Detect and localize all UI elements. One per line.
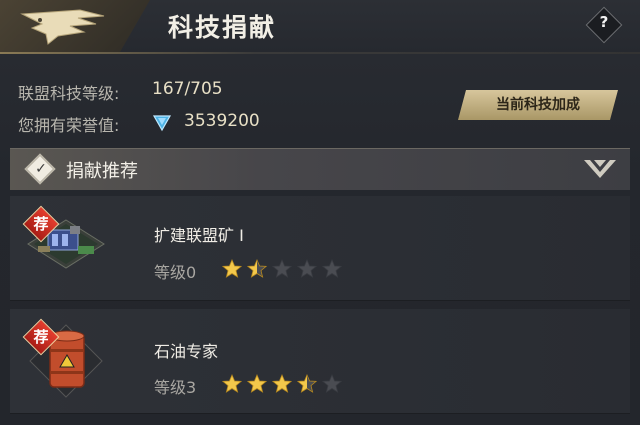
star-icon — [322, 374, 342, 393]
star-icon — [247, 374, 267, 393]
star-icon — [272, 259, 292, 278]
star-icon — [272, 374, 292, 393]
star-icon — [297, 259, 317, 278]
star-icon — [222, 259, 242, 278]
tech-donation-panel: 科技捐献 ? 联盟科技等级: 167/705 您拥有荣誉值: 3539200 当… — [0, 0, 640, 425]
check-icon: ✓ — [35, 161, 47, 177]
honor-label: 您拥有荣誉值: — [18, 116, 120, 135]
tech-level-value: 167/705 — [152, 79, 223, 99]
section-title: 捐献推荐 — [66, 161, 138, 182]
tech-level-label: 联盟科技等级: — [18, 84, 120, 103]
header-divider — [0, 52, 640, 54]
help-icon: ? — [599, 13, 609, 31]
honor-value: 3539200 — [184, 111, 260, 131]
eagle-emblem-icon — [20, 9, 105, 45]
item-level: 等级0 — [154, 263, 197, 282]
recommend-badge-text: 荐 — [33, 328, 49, 346]
star-icon — [322, 259, 342, 278]
item-level: 等级3 — [154, 378, 197, 397]
star-rating — [222, 374, 342, 394]
star-icon — [247, 259, 267, 278]
star-icon — [297, 374, 317, 393]
header-bar: 科技捐献 ? — [0, 0, 640, 52]
collapse-chevron-icon[interactable] — [580, 154, 620, 184]
star-icon — [222, 374, 242, 393]
honor-crystal-icon — [152, 115, 172, 132]
list-item[interactable]: 荐 扩建联盟矿 I 等级0 — [10, 196, 630, 301]
page-title: 科技捐献 — [168, 13, 277, 42]
item-name: 石油专家 — [154, 342, 219, 361]
item-name: 扩建联盟矿 I — [154, 226, 244, 245]
recommend-badge-text: 荐 — [33, 215, 49, 233]
current-tech-boost-button[interactable]: 当前科技加成 — [458, 90, 618, 120]
star-rating — [222, 259, 342, 279]
list-item[interactable]: 荐 石油专家 等级3 — [10, 309, 630, 414]
